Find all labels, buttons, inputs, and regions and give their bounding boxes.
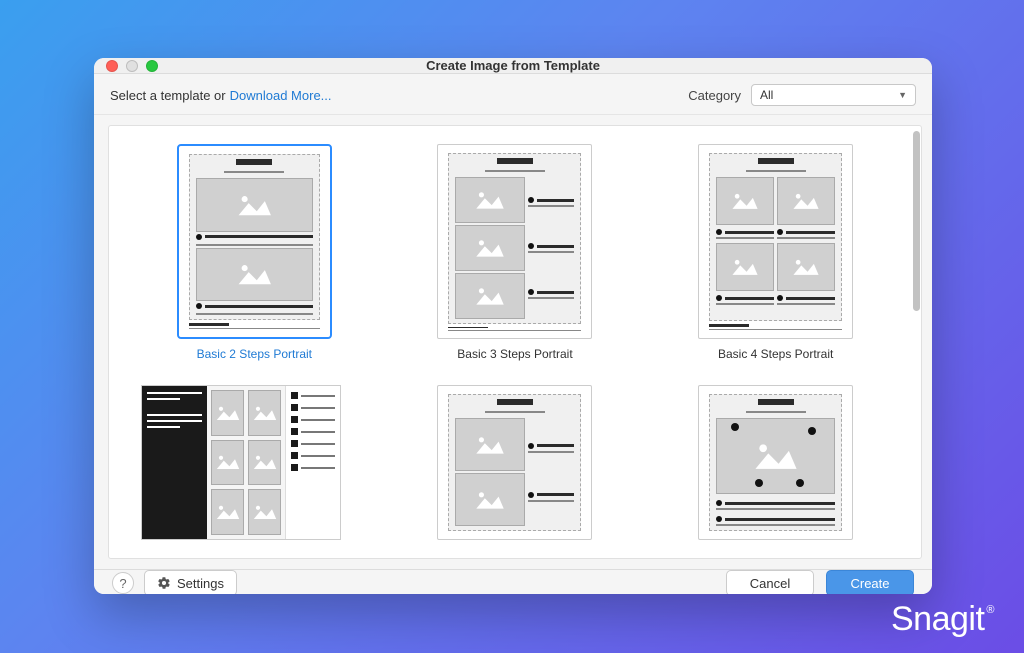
template-thumbnail bbox=[437, 385, 592, 540]
template-thumbnail bbox=[698, 385, 853, 540]
traffic-lights bbox=[106, 60, 158, 72]
select-template-label: Select a template or bbox=[110, 88, 226, 103]
footer-bar: ? Settings Cancel Create bbox=[94, 569, 932, 594]
category-value: All bbox=[760, 88, 773, 102]
template-thumbnail bbox=[141, 385, 341, 540]
chevron-down-icon: ▼ bbox=[898, 90, 907, 100]
settings-button[interactable]: Settings bbox=[144, 570, 237, 594]
category-label: Category bbox=[688, 88, 741, 103]
template-item-partial-2[interactable] bbox=[670, 385, 881, 540]
download-more-link[interactable]: Download More... bbox=[230, 88, 332, 103]
template-item-basic-3-steps[interactable]: Basic 3 Steps Portrait bbox=[410, 144, 621, 361]
template-thumbnail bbox=[177, 144, 332, 339]
scrollbar-thumb[interactable] bbox=[913, 131, 920, 311]
close-icon[interactable] bbox=[106, 60, 118, 72]
brand-logo: Snagit® bbox=[891, 600, 994, 639]
template-label: Basic 4 Steps Portrait bbox=[718, 347, 833, 361]
template-item-complex[interactable] bbox=[123, 385, 360, 540]
template-dialog: Create Image from Template Select a temp… bbox=[94, 58, 932, 594]
maximize-icon[interactable] bbox=[146, 60, 158, 72]
titlebar: Create Image from Template bbox=[94, 58, 932, 74]
help-button[interactable]: ? bbox=[112, 572, 134, 594]
template-grid: Basic 2 Steps Portrait bbox=[108, 125, 922, 559]
template-label: Basic 3 Steps Portrait bbox=[457, 347, 572, 361]
help-icon: ? bbox=[119, 576, 126, 591]
category-dropdown[interactable]: All ▼ bbox=[751, 84, 916, 106]
cancel-button[interactable]: Cancel bbox=[726, 570, 814, 594]
window-title: Create Image from Template bbox=[94, 58, 932, 73]
minimize-icon bbox=[126, 60, 138, 72]
template-item-partial-1[interactable] bbox=[410, 385, 621, 540]
gear-icon bbox=[157, 576, 171, 590]
settings-label: Settings bbox=[177, 576, 224, 591]
header-bar: Select a template or Download More... Ca… bbox=[94, 74, 932, 115]
template-thumbnail bbox=[698, 144, 853, 339]
template-label: Basic 2 Steps Portrait bbox=[197, 347, 312, 361]
template-item-basic-4-steps[interactable]: Basic 4 Steps Portrait bbox=[670, 144, 881, 361]
create-button[interactable]: Create bbox=[826, 570, 914, 594]
template-thumbnail bbox=[437, 144, 592, 339]
template-item-basic-2-steps[interactable]: Basic 2 Steps Portrait bbox=[149, 144, 360, 361]
